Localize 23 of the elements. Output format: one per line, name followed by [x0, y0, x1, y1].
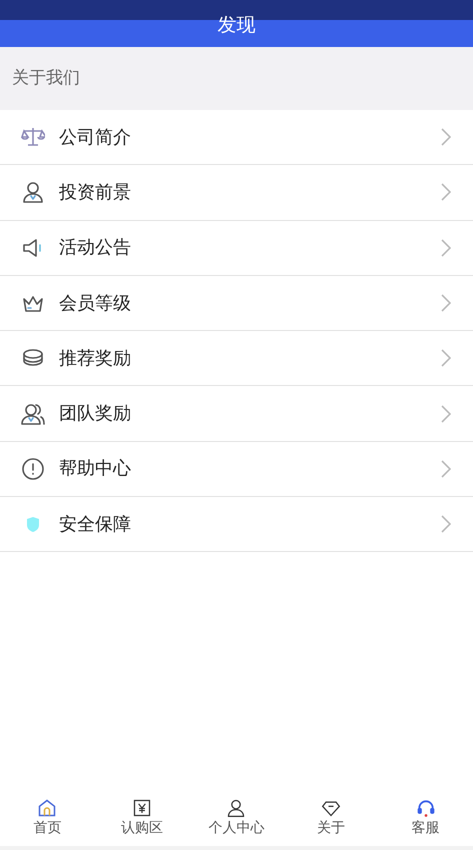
section-label: 关于我们	[12, 66, 80, 90]
home-icon	[37, 798, 58, 818]
menu-item[interactable]: 活动公告	[0, 220, 473, 276]
person-icon	[226, 798, 246, 818]
tab-bar-item[interactable]: 首页	[0, 798, 95, 837]
chevron-right-icon	[441, 349, 451, 368]
chevron-right-icon	[441, 515, 451, 534]
page-title: 发现	[216, 13, 256, 38]
tab-bar-item[interactable]: 个人中心	[189, 798, 284, 837]
person-icon	[21, 180, 45, 204]
chevron-right-icon	[441, 238, 451, 257]
yen-icon	[132, 798, 152, 818]
headset-icon	[416, 798, 436, 818]
people-icon	[21, 402, 45, 426]
tab-bar-item[interactable]: 关于	[284, 798, 378, 837]
tab-bar-item[interactable]: 认购区	[94, 798, 190, 837]
chevron-right-icon	[441, 128, 451, 146]
chevron-right-icon	[441, 404, 451, 423]
chevron-right-icon	[441, 183, 451, 202]
chevron-right-icon	[441, 460, 451, 478]
chevron-right-icon	[441, 294, 451, 312]
info-icon	[21, 456, 45, 481]
tab-bar-item[interactable]: 客服	[378, 798, 473, 837]
